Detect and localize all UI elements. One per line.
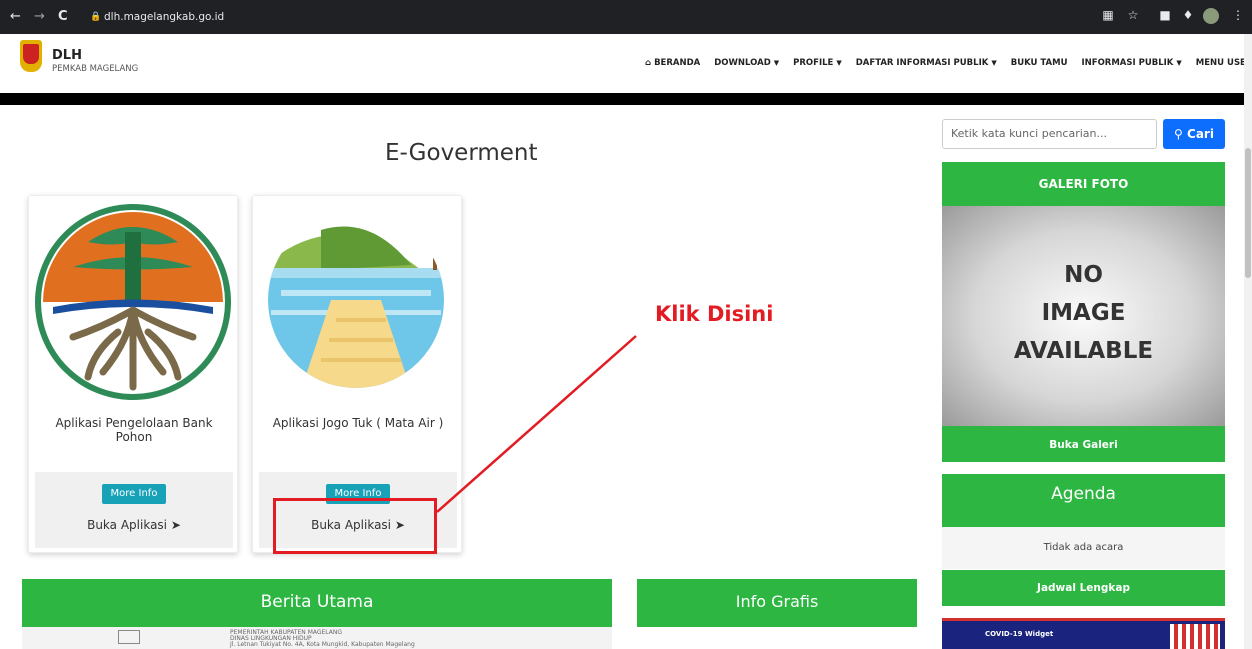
- header-divider: [0, 93, 1244, 105]
- search-button-label: Cari: [1187, 127, 1214, 141]
- search-input[interactable]: Ketik kata kunci pencarian...: [942, 119, 1157, 149]
- card-title: Aplikasi Jogo Tuk ( Mata Air ): [272, 416, 444, 430]
- card-title: Aplikasi Pengelolaan Bank Pohon: [55, 416, 213, 444]
- nav-label: PROFILE: [793, 58, 834, 68]
- extension-icon[interactable]: ■: [1157, 8, 1173, 24]
- open-app-link[interactable]: Buka Aplikasi ➤: [35, 518, 233, 532]
- brand-title[interactable]: DLH: [52, 48, 82, 63]
- puzzle-icon[interactable]: ♦: [1180, 8, 1196, 24]
- scrollbar-thumb[interactable]: [1245, 148, 1251, 278]
- nav-label: DOWNLOAD: [714, 58, 771, 68]
- nav-item-informasi-publik[interactable]: INFORMASI PUBLIK ▼: [1081, 58, 1181, 72]
- jadwal-lengkap-button[interactable]: Jadwal Lengkap: [942, 570, 1225, 606]
- covid-widget-label: COVID-19 Widget: [985, 630, 1054, 638]
- agenda-header: Agenda: [942, 474, 1225, 527]
- nav-item-buku-tamu[interactable]: BUKU TAMU: [1011, 58, 1068, 72]
- home-icon: ⌂: [645, 58, 652, 68]
- open-app-label: Buka Aplikasi: [87, 518, 168, 532]
- berita-image-line: Jl. Letnan Tukiyat No. 4A, Kota Mungkid,…: [230, 641, 415, 648]
- highlight-box: [273, 498, 437, 554]
- lock-icon: 🔒: [90, 12, 102, 22]
- annotation-label: Klik Disini: [655, 302, 774, 326]
- avatar[interactable]: [1203, 8, 1219, 24]
- reload-icon[interactable]: C: [58, 9, 68, 24]
- search-icon: ⚲: [1174, 127, 1183, 141]
- more-vert-icon[interactable]: ⋮: [1230, 8, 1246, 24]
- brand-subtitle: PEMKAB MAGELANG: [52, 64, 139, 74]
- info-grafis-header: Info Grafis: [637, 579, 917, 627]
- nav-label: BUKU TAMU: [1010, 58, 1068, 68]
- chevron-circle-right-icon: ➤: [170, 518, 181, 532]
- berita-image-text: PEMERINTAH KABUPATEN MAGELANG DINAS LING…: [230, 630, 415, 648]
- no-image-line: IMAGE: [1041, 300, 1126, 326]
- berita-image-logo-icon: [118, 630, 140, 644]
- nav-label: INFORMASI PUBLIK: [1081, 58, 1174, 68]
- spring-illustration-icon: [268, 212, 444, 388]
- no-image-line: NO: [1064, 262, 1103, 288]
- caret-down-icon: ▼: [773, 59, 780, 67]
- qr-code-icon: [1170, 624, 1220, 649]
- nav-item-daftar-informasi-publik[interactable]: DAFTAR INFORMASI PUBLIK ▼: [856, 58, 997, 72]
- galeri-foto-header: GALERI FOTO: [942, 162, 1225, 206]
- gallery-image[interactable]: NO IMAGE AVAILABLE: [942, 206, 1225, 426]
- agenda-empty-text: Tidak ada acara: [942, 527, 1225, 569]
- caret-down-icon: ▼: [836, 59, 842, 67]
- nav-label: DAFTAR INFORMASI PUBLIK: [855, 58, 989, 68]
- scrollbar[interactable]: [1244, 34, 1252, 649]
- forward-icon[interactable]: →: [34, 9, 45, 24]
- star-icon[interactable]: ☆: [1125, 8, 1141, 24]
- main-nav: ⌂ BERANDA DOWNLOAD ▼ PROFILE ▼ DAFTAR INFO…: [645, 58, 1252, 72]
- berita-utama-header: Berita Utama: [22, 579, 612, 627]
- translate-icon[interactable]: ▦: [1100, 8, 1116, 24]
- app-card-bank-pohon: Aplikasi Pengelolaan Bank Pohon More Inf…: [28, 195, 238, 553]
- card-footer: More Info Buka Aplikasi ➤: [35, 472, 233, 548]
- kemenlhk-logo-icon: [35, 204, 231, 400]
- search-button[interactable]: ⚲ Cari: [1163, 119, 1225, 149]
- nav-item-beranda[interactable]: ⌂ BERANDA: [645, 58, 700, 72]
- more-info-button[interactable]: More Info: [102, 484, 166, 504]
- logo-emblem-icon: [23, 44, 39, 64]
- caret-down-icon: ▼: [991, 59, 997, 67]
- address-bar[interactable]: 🔒 dlh.magelangkab.go.id: [82, 5, 1082, 29]
- nav-item-download[interactable]: DOWNLOAD ▼: [714, 58, 779, 72]
- caret-down-icon: ▼: [1176, 59, 1182, 67]
- section-title: E-Goverment: [385, 140, 538, 166]
- nav-label: BERANDA: [654, 58, 701, 68]
- back-icon[interactable]: ←: [10, 9, 21, 24]
- buka-galeri-button[interactable]: Buka Galeri: [942, 426, 1225, 462]
- browser-toolbar: ← → C 🔒 dlh.magelangkab.go.id ▦ ☆ ■ ♦ ⋮: [0, 0, 1252, 34]
- nav-item-profile[interactable]: PROFILE ▼: [793, 58, 842, 72]
- no-image-line: AVAILABLE: [1013, 338, 1154, 364]
- url-text: dlh.magelangkab.go.id: [104, 11, 225, 23]
